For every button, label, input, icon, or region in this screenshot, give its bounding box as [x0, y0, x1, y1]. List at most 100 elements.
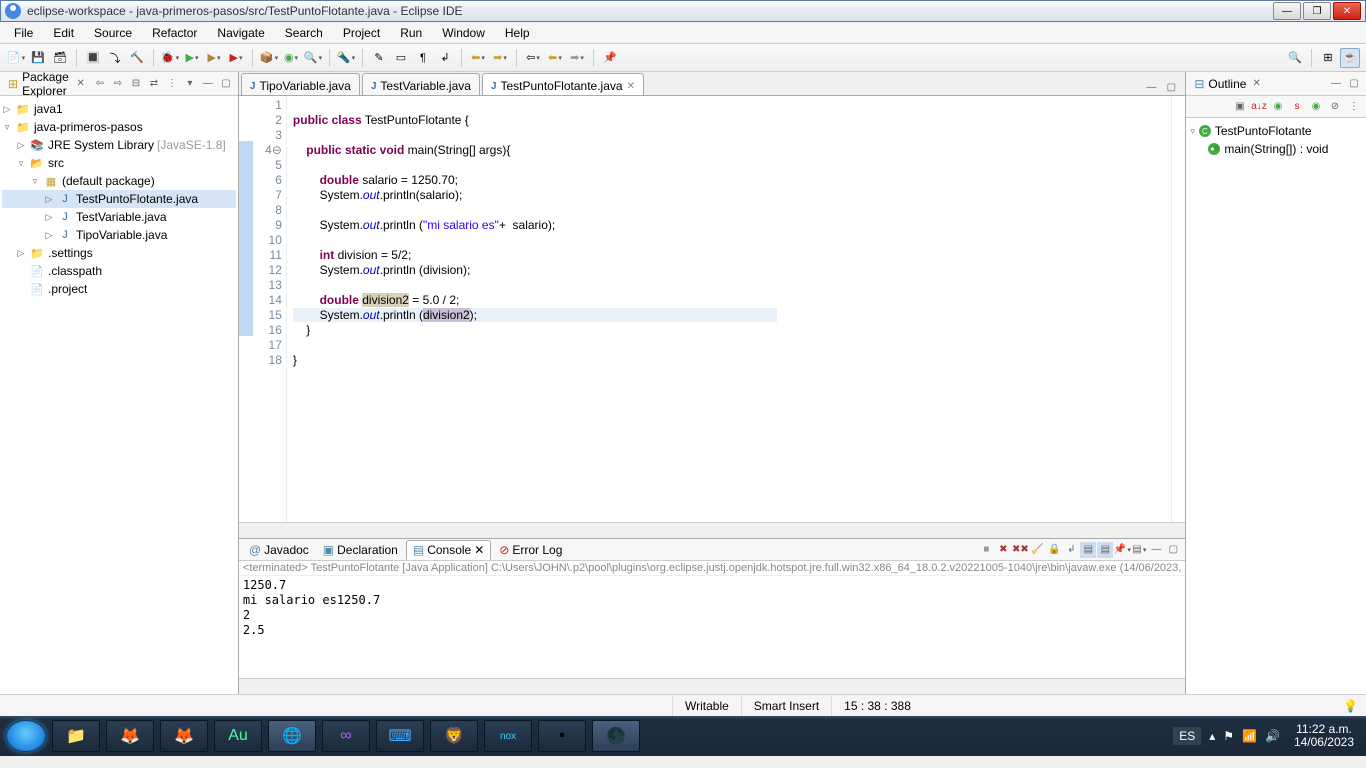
nox-taskbar-icon[interactable]: nox: [484, 720, 532, 752]
close-icon[interactable]: ✕: [77, 78, 85, 89]
filters-icon[interactable]: ⋮: [164, 76, 180, 92]
vs-taskbar-icon[interactable]: ∞: [322, 720, 370, 752]
hide-fields-icon[interactable]: ◉: [1270, 99, 1286, 115]
volume-icon[interactable]: 🔊: [1265, 729, 1280, 743]
menu-help[interactable]: Help: [495, 23, 540, 43]
block-select-icon[interactable]: ▭: [391, 48, 411, 68]
save-button[interactable]: 💾: [28, 48, 48, 68]
menu-edit[interactable]: Edit: [43, 23, 84, 43]
javadoc-tab[interactable]: @Javadoc: [243, 541, 315, 559]
show-whitespace-icon[interactable]: ¶: [413, 48, 433, 68]
back-icon[interactable]: ⬅: [545, 48, 565, 68]
menu-refactor[interactable]: Refactor: [142, 23, 207, 43]
tray-clock[interactable]: 11:22 a.m. 14/06/2023: [1288, 723, 1360, 749]
menu-project[interactable]: Project: [333, 23, 390, 43]
view-menu-icon[interactable]: ▾: [182, 76, 198, 92]
package-explorer-tab[interactable]: ⊞ Package Explorer ✕: [4, 68, 89, 100]
console-output[interactable]: 1250.7 mi salario es1250.7 2 2.5: [239, 576, 1185, 678]
action-center-icon[interactable]: ⚑: [1223, 729, 1234, 743]
chrome-taskbar-icon[interactable]: 🌐: [268, 720, 316, 752]
link-editor-icon[interactable]: ⇄: [146, 76, 162, 92]
code-content[interactable]: public class TestPuntoFlotante { public …: [287, 96, 1171, 522]
maximize-bottom-icon[interactable]: ▢: [1165, 542, 1181, 558]
tab-tipovariable[interactable]: JTipoVariable.java: [241, 73, 360, 95]
run-button[interactable]: ▶: [182, 48, 202, 68]
close-button[interactable]: ✕: [1333, 2, 1361, 20]
menu-window[interactable]: Window: [432, 23, 495, 43]
forward-icon[interactable]: ➡: [567, 48, 587, 68]
build-icon[interactable]: 🔨: [127, 48, 147, 68]
word-wrap-icon[interactable]: ↲: [435, 48, 455, 68]
show-stderr-icon[interactable]: ▤: [1097, 542, 1113, 558]
hide-static-icon[interactable]: s: [1289, 99, 1305, 115]
outline-tab[interactable]: ⊟ Outline ✕: [1190, 75, 1264, 93]
tree-selected-file[interactable]: ▷JTestPuntoFlotante.java: [2, 190, 236, 208]
show-console-icon[interactable]: ▤: [1080, 542, 1096, 558]
search-button[interactable]: 🔦: [336, 48, 356, 68]
quick-access-icon[interactable]: 🔍: [1285, 48, 1305, 68]
minimize-button[interactable]: —: [1273, 2, 1301, 20]
explorer-taskbar-icon[interactable]: 📁: [52, 720, 100, 752]
back-nav-icon[interactable]: ⇦: [92, 76, 108, 92]
console-hscrollbar[interactable]: [239, 678, 1185, 694]
editor-hscrollbar[interactable]: [239, 522, 1185, 538]
minimize-editor-icon[interactable]: —: [1143, 79, 1159, 95]
network-icon[interactable]: 📶: [1242, 729, 1257, 743]
annotation-next-icon[interactable]: ➡: [490, 48, 510, 68]
tray-chevron-icon[interactable]: ▴: [1209, 729, 1215, 743]
menu-run[interactable]: Run: [390, 23, 432, 43]
close-icon[interactable]: ✕: [1252, 78, 1260, 89]
menu-search[interactable]: Search: [275, 23, 333, 43]
firefox-taskbar-icon[interactable]: 🦊: [106, 720, 154, 752]
pin-console-icon[interactable]: 📌: [1114, 542, 1130, 558]
audition-taskbar-icon[interactable]: Au: [214, 720, 262, 752]
java-perspective-icon[interactable]: ☕: [1340, 48, 1360, 68]
menu-source[interactable]: Source: [84, 23, 142, 43]
scroll-lock-icon[interactable]: 🔒: [1046, 542, 1062, 558]
hide-local-icon[interactable]: ⊘: [1327, 99, 1343, 115]
menu-navigate[interactable]: Navigate: [207, 23, 274, 43]
hide-nonpublic-icon[interactable]: ◉: [1308, 99, 1324, 115]
last-edit-icon[interactable]: ⇦: [523, 48, 543, 68]
outline-tree[interactable]: ▿CTestPuntoFlotante ●Smain(String[]) : v…: [1186, 118, 1366, 694]
word-wrap-console-icon[interactable]: ↲: [1063, 542, 1079, 558]
vscode-taskbar-icon[interactable]: ⌨: [376, 720, 424, 752]
terminate-icon[interactable]: ■: [978, 542, 994, 558]
new-package-button[interactable]: 📦: [259, 48, 279, 68]
start-button[interactable]: [6, 720, 46, 752]
tip-icon[interactable]: 💡: [1335, 699, 1366, 713]
minimize-outline-icon[interactable]: —: [1328, 76, 1344, 92]
coverage-button[interactable]: ▶: [204, 48, 224, 68]
language-indicator[interactable]: ES: [1173, 727, 1201, 745]
overview-ruler[interactable]: [1171, 96, 1185, 522]
code-editor[interactable]: 1234⊖56789101112131415161718 public clas…: [239, 96, 1185, 522]
system-tray[interactable]: ES ▴ ⚑ 📶 🔊 11:22 a.m. 14/06/2023: [1173, 723, 1360, 749]
package-tree[interactable]: ▷📁java1 ▿📁java-primeros-pasos ▷📚JRE Syst…: [0, 96, 238, 694]
console-tab[interactable]: ▤Console✕: [406, 540, 491, 560]
close-icon[interactable]: ✕: [474, 543, 484, 557]
outline-menu-icon[interactable]: ⋮: [1346, 99, 1362, 115]
eclipse-taskbar-icon[interactable]: 🌑: [592, 720, 640, 752]
declaration-tab[interactable]: ▣Declaration: [317, 541, 404, 559]
brave-taskbar-icon[interactable]: 🦁: [430, 720, 478, 752]
minimize-bottom-icon[interactable]: —: [1148, 542, 1164, 558]
terminal-taskbar-icon[interactable]: ▪: [538, 720, 586, 752]
focus-icon[interactable]: ▣: [1232, 99, 1248, 115]
debug-button[interactable]: 🐞: [160, 48, 180, 68]
pin-editor-icon[interactable]: 📌: [600, 48, 620, 68]
maximize-editor-icon[interactable]: ▢: [1163, 79, 1179, 95]
external-tools-button[interactable]: ▶: [226, 48, 246, 68]
open-type-button[interactable]: 🔍: [303, 48, 323, 68]
minimize-view-icon[interactable]: —: [200, 76, 216, 92]
annotation-prev-icon[interactable]: ⬅: [468, 48, 488, 68]
tab-testpuntoflotante[interactable]: JTestPuntoFlotante.java✕: [482, 73, 644, 95]
new-button[interactable]: 📄: [6, 48, 26, 68]
new-class-button[interactable]: ◉: [281, 48, 301, 68]
sort-icon[interactable]: a↓z: [1251, 99, 1267, 115]
save-all-button[interactable]: 🗃: [50, 48, 70, 68]
collapse-all-icon[interactable]: ⊟: [128, 76, 144, 92]
open-perspective-icon[interactable]: ⊞: [1318, 48, 1338, 68]
firefox-dev-taskbar-icon[interactable]: 🦊: [160, 720, 208, 752]
errorlog-tab[interactable]: ⊘Error Log: [493, 541, 568, 559]
maximize-outline-icon[interactable]: ▢: [1346, 76, 1362, 92]
